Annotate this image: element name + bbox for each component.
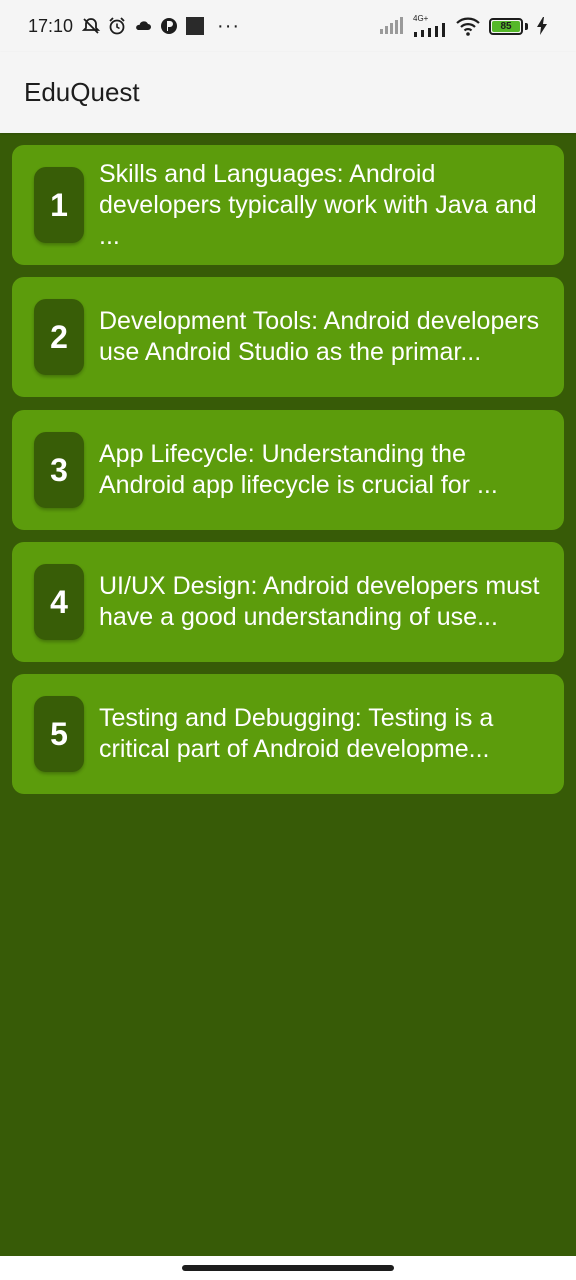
- status-bar: 17:10 ··· 4G+ 85: [0, 0, 576, 52]
- topic-card-5[interactable]: 5 Testing and Debugging: Testing is a cr…: [12, 674, 564, 794]
- battery-tip: [525, 22, 528, 30]
- square-icon: [185, 16, 205, 36]
- charging-icon: [536, 16, 548, 36]
- signal-4g-icon: 4G+: [413, 15, 447, 37]
- topic-card-3[interactable]: 3 App Lifecycle: Understanding the Andro…: [12, 410, 564, 530]
- app-notification-icon: [159, 16, 179, 36]
- signal-icon: [379, 16, 405, 36]
- wifi-icon: [455, 16, 481, 36]
- alarm-icon: [107, 16, 127, 36]
- battery-level: 85: [492, 20, 520, 32]
- topic-number-badge: 3: [34, 432, 84, 508]
- topic-summary: Testing and Debugging: Testing is a crit…: [99, 704, 494, 763]
- topic-card-1[interactable]: 1 Skills and Languages: Android develope…: [12, 145, 564, 265]
- topic-summary: App Lifecycle: Understanding the Android…: [99, 440, 498, 499]
- topic-card-2[interactable]: 2 Development Tools: Android developers …: [12, 277, 564, 397]
- status-time: 17:10: [28, 15, 74, 36]
- more-notifications-icon: ···: [217, 14, 241, 37]
- battery-body: 85: [489, 17, 523, 35]
- muted-bell-icon: [81, 16, 101, 36]
- topic-number-badge: 1: [34, 167, 84, 243]
- topic-summary: UI/UX Design: Android developers must ha…: [99, 572, 540, 631]
- battery-icon: 85: [489, 17, 528, 35]
- topic-number-badge: 5: [34, 696, 84, 772]
- app-bar: EduQuest: [0, 52, 576, 133]
- topic-number-badge: 4: [34, 564, 84, 640]
- topic-card-4[interactable]: 4 UI/UX Design: Android developers must …: [12, 542, 564, 662]
- status-left: 17:10 ···: [28, 15, 240, 38]
- navigation-bar: [0, 1256, 576, 1280]
- topic-summary: Skills and Languages: Android developers…: [99, 159, 537, 250]
- topic-number-badge: 2: [34, 299, 84, 375]
- home-gesture-handle[interactable]: [182, 1265, 394, 1271]
- status-right: 4G+ 85: [379, 15, 548, 37]
- cloud-icon: [133, 16, 153, 36]
- network-type-label: 4G+: [413, 14, 429, 23]
- topic-summary: Development Tools: Android developers us…: [99, 307, 540, 366]
- app-title: EduQuest: [24, 77, 140, 107]
